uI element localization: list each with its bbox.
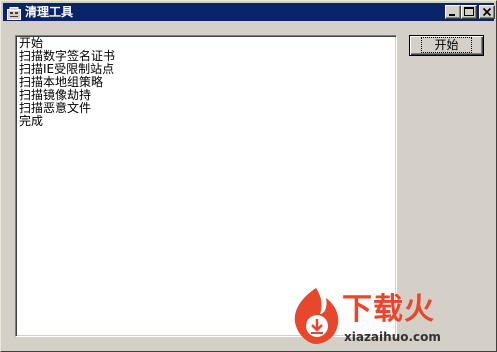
window-title: 清理工具	[25, 5, 74, 19]
start-button[interactable]: 开始	[409, 35, 484, 56]
watermark-brand: 下载火	[342, 292, 435, 327]
watermark: 下载火 xiazaihuo.com	[290, 284, 495, 350]
maximize-icon	[464, 7, 474, 16]
flame-logo-icon	[294, 288, 339, 344]
watermark-url: xiazaihuo.com	[344, 330, 441, 344]
log-line: 完成	[19, 114, 44, 128]
start-button-label: 开始	[421, 37, 472, 53]
maximize-button[interactable]	[461, 5, 477, 19]
minimize-icon	[449, 14, 455, 16]
app-icon	[7, 5, 21, 20]
close-button[interactable]	[479, 5, 495, 19]
close-icon	[482, 7, 492, 17]
minimize-button[interactable]	[445, 5, 461, 19]
title-bar[interactable]: 清理工具	[3, 3, 495, 21]
log-line: 扫描恶意文件	[19, 101, 92, 115]
